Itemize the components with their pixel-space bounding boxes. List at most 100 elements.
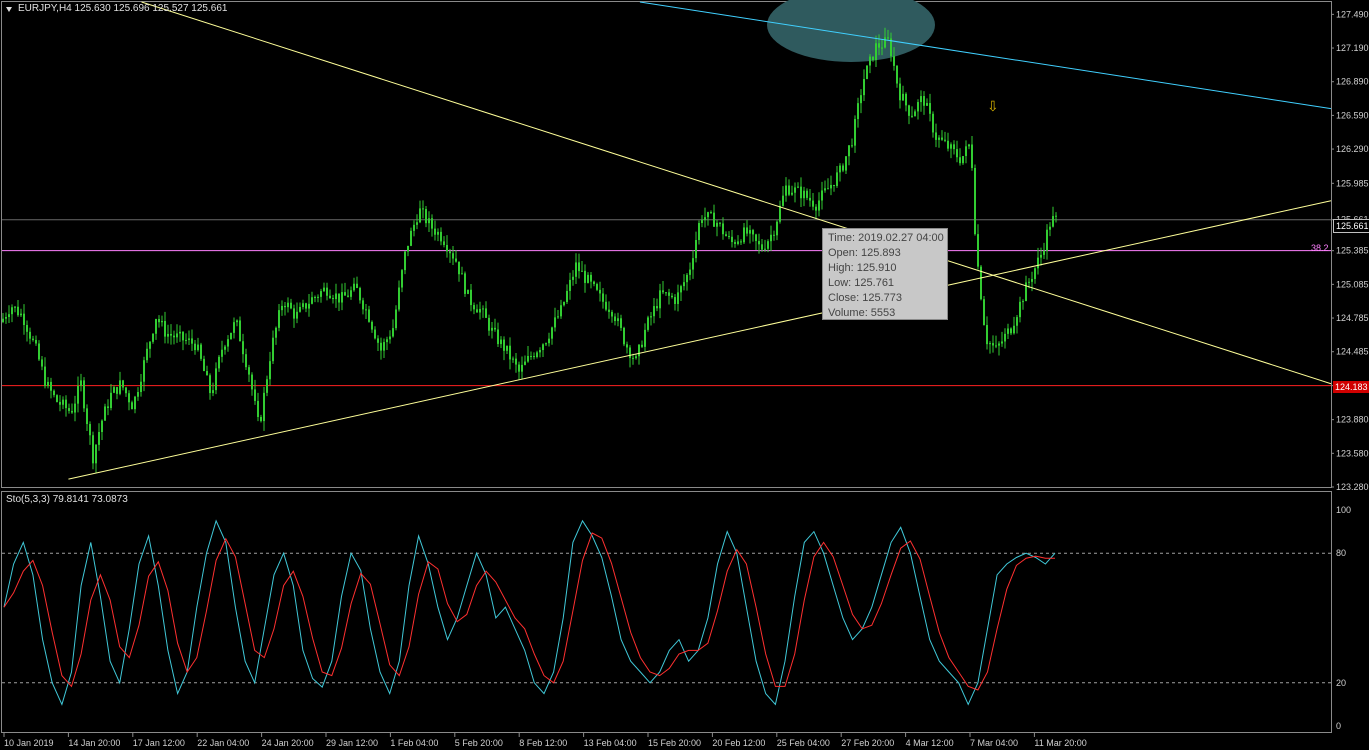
candle-body (5, 316, 7, 319)
candle-body (857, 103, 859, 120)
candle-body (893, 56, 895, 66)
candle-body (131, 402, 133, 410)
candle-body (41, 359, 43, 367)
candle-body (464, 273, 466, 294)
candle-body (350, 290, 352, 297)
candle-body (620, 318, 622, 328)
candle-body (821, 190, 823, 201)
candle-body (635, 356, 637, 359)
candle-body (770, 234, 772, 242)
candle-body (566, 290, 568, 302)
candle-body (938, 137, 940, 140)
candle-body (263, 392, 265, 422)
candle-body (632, 357, 634, 359)
candle-body (554, 317, 556, 328)
candle-body (530, 355, 532, 357)
stochastic-axis-label: 0 (1336, 721, 1341, 731)
candle-body (830, 184, 832, 189)
stochastic-axis-label: 20 (1336, 678, 1346, 688)
candle-body (788, 185, 790, 195)
candle-body (362, 300, 364, 310)
time-tick-label: 20 Feb 12:00 (712, 738, 765, 748)
candle-body (911, 115, 913, 117)
candle-body (140, 381, 142, 393)
candle-body (332, 297, 334, 300)
candle-body (950, 144, 952, 149)
candle-body (584, 270, 586, 283)
candle-body (896, 65, 898, 84)
candle-body (1004, 333, 1006, 342)
candle-body (473, 305, 475, 310)
candle-body (236, 320, 238, 323)
candle-body (818, 200, 820, 211)
candle-body (674, 297, 676, 304)
candle-body (545, 343, 547, 345)
down-arrow-icon[interactable]: ⇩ (987, 98, 999, 115)
candle-body (671, 295, 673, 298)
candle-body (578, 262, 580, 272)
candle-body (182, 331, 184, 341)
chart-canvas[interactable]: 127.490 127.190 126.890 126.590 126.290 125.9… (0, 0, 1369, 750)
time-tick-label: 27 Feb 20:00 (841, 738, 894, 748)
candle-body (809, 197, 811, 201)
candle-body (191, 338, 193, 344)
candle-body (284, 305, 286, 308)
candle-body (335, 293, 337, 300)
price-tick-label: 126.290 (1336, 144, 1369, 154)
candle-body (689, 269, 691, 275)
tooltip-time: Time: 2019.02.27 04:00 (828, 232, 944, 244)
candle-body (974, 167, 976, 235)
candle-body (269, 361, 271, 380)
candle-body (1034, 268, 1036, 279)
candle-body (923, 96, 925, 106)
candle-body (704, 217, 706, 221)
candle-body (398, 287, 400, 310)
candle-body (596, 284, 598, 290)
candle-body (851, 145, 853, 147)
candle-body (791, 192, 793, 195)
candle-body (248, 367, 250, 375)
candle-body (803, 190, 805, 199)
candle-body (1046, 229, 1048, 251)
time-tick-label: 14 Jan 20:00 (68, 738, 120, 748)
candle-body (884, 37, 886, 48)
candle-body (986, 325, 988, 345)
candle-body (539, 350, 541, 353)
candle-body (104, 406, 106, 421)
candle-body (563, 301, 565, 306)
candle-body (185, 339, 187, 341)
candle-body (215, 368, 217, 391)
candle-body (842, 165, 844, 171)
time-tick-label: 11 Mar 20:00 (1034, 738, 1086, 748)
candle-body (878, 43, 880, 48)
candle-body (287, 302, 289, 308)
candle-body (203, 358, 205, 371)
candle-body (503, 339, 505, 351)
candle-body (212, 390, 214, 394)
candle-body (290, 302, 292, 309)
candle-body (812, 200, 814, 207)
candle-body (125, 387, 127, 394)
candle-body (431, 218, 433, 229)
candle-body (653, 306, 655, 317)
candle-body (899, 83, 901, 101)
highlight-ellipse (767, 0, 935, 62)
candle-body (386, 339, 388, 343)
candle-body (587, 274, 589, 283)
candle-body (794, 187, 796, 193)
candle-body (401, 270, 403, 288)
candle-body (194, 343, 196, 351)
time-tick-label: 25 Feb 04:00 (777, 738, 830, 748)
candle-body (623, 327, 625, 345)
candle-body (428, 218, 430, 224)
candle-body (920, 96, 922, 103)
candle-body (917, 102, 919, 112)
candle-body (77, 385, 79, 404)
candle-body (515, 358, 517, 365)
candle-body (797, 186, 799, 188)
candle-body (746, 227, 748, 234)
candle-body (32, 338, 34, 340)
candle-body (497, 329, 499, 345)
candle-body (707, 212, 709, 218)
candle-body (452, 253, 454, 259)
